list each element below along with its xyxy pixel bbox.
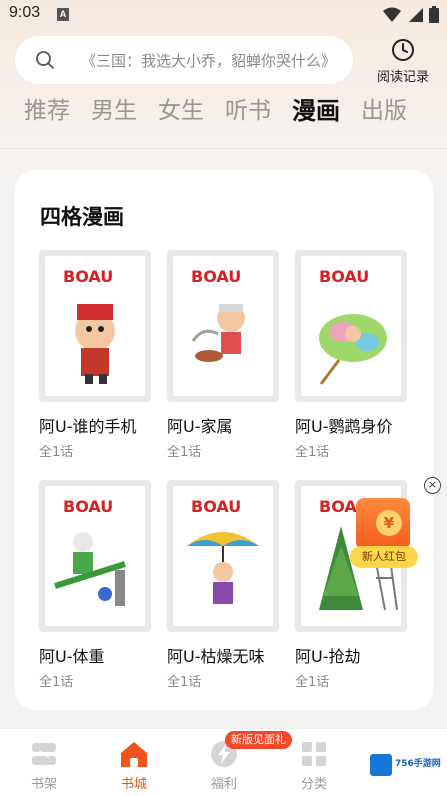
book-cover[interactable]: BOAU [167, 250, 279, 402]
search-input[interactable]: 《三国：我选大小乔，貂蝉你哭什么》 [81, 50, 345, 71]
status-bar: 9:03 A [0, 0, 447, 30]
book-cover[interactable]: BOAU [39, 250, 151, 402]
red-packet-label: 新人红包 [350, 546, 418, 568]
tabs-divider [0, 148, 447, 149]
book-chapters: 全1话 [39, 675, 74, 690]
cover-logo: BOAU [319, 267, 369, 286]
coin-icon: ¥ [376, 510, 402, 536]
red-packet-icon: ¥ [356, 498, 410, 550]
search-bar[interactable]: 《三国：我选大小乔，貂蝉你哭什么》 [15, 36, 353, 84]
comic-cover-illustration: BOAU [187, 497, 259, 604]
app-notification-icon: A [57, 8, 69, 21]
status-time: 9:03 [9, 4, 41, 21]
tab-published[interactable]: 出版 [361, 92, 407, 132]
status-icons [383, 6, 439, 23]
new-version-badge: 新版见面礼 [225, 731, 292, 749]
book-title: 阿U-体重 [39, 647, 105, 666]
tab-audiobook[interactable]: 听书 [225, 92, 271, 132]
book-chapters: 全1话 [39, 445, 74, 460]
comic-cover-illustration: BOAU [319, 267, 387, 385]
section-title: 四格漫画 [40, 205, 124, 229]
book-cover[interactable]: BOAU [167, 480, 279, 632]
comic-cover-illustration: BOAU [63, 267, 115, 384]
cover-logo: BOAU [191, 267, 241, 286]
clock-icon [392, 39, 414, 61]
book-chapters: 全1话 [295, 445, 330, 460]
nav-label: 福利 [210, 777, 237, 792]
book-chapters: 全1话 [167, 445, 202, 460]
comic-section-card: 四格漫画 BOAU 阿U-谁的手机 全1话 BOAU 阿U-家属 全1话 BOA… [15, 170, 433, 710]
book-title: 阿U-抢劫 [295, 647, 361, 666]
wifi-icon [383, 7, 401, 22]
search-icon [36, 51, 54, 69]
bookshelf-icon [32, 743, 56, 765]
tab-recommend[interactable]: 推荐 [24, 92, 70, 132]
home-icon [121, 742, 147, 767]
reading-history-button[interactable]: 阅读记录 [366, 38, 440, 86]
watermark-logo-icon [370, 754, 392, 776]
book-cover[interactable]: BOAU [295, 250, 407, 402]
close-red-packet-button[interactable]: × [424, 477, 441, 494]
book-title: 阿U-谁的手机 [39, 417, 137, 436]
nav-label: 分类 [300, 777, 327, 792]
book-cover[interactable]: BOAU [39, 480, 151, 632]
cover-logo: BOAU [63, 497, 113, 516]
nav-label: 书城 [120, 777, 147, 792]
cover-logo: BOAU [63, 267, 113, 286]
watermark-text: 756手游网 [395, 759, 441, 769]
watermark: 756手游网 [370, 752, 441, 780]
comic-cover-illustration: BOAU [191, 267, 245, 362]
book-chapters: 全1话 [295, 675, 330, 690]
book-title: 阿U-鹦鹉身价 [295, 417, 393, 436]
reading-history-label: 阅读记录 [376, 70, 429, 85]
tab-comics[interactable]: 漫画 [292, 92, 340, 132]
cover-logo: BOAU [191, 497, 241, 516]
new-user-red-packet[interactable]: ¥ 新人红包 [350, 498, 418, 570]
signal-icon [409, 7, 423, 22]
book-title: 阿U-枯燥无味 [167, 647, 265, 666]
battery-icon [429, 6, 439, 23]
book-chapters: 全1话 [167, 675, 202, 690]
tab-female[interactable]: 女生 [158, 92, 204, 132]
grid-icon [302, 742, 326, 766]
book-title: 阿U-家属 [167, 417, 233, 436]
tab-male[interactable]: 男生 [91, 92, 137, 132]
category-tabs: 推荐 男生 女生 听书 漫画 出版 [24, 92, 428, 132]
nav-label: 书架 [30, 777, 57, 792]
comic-cover-illustration: BOAU [54, 497, 126, 606]
